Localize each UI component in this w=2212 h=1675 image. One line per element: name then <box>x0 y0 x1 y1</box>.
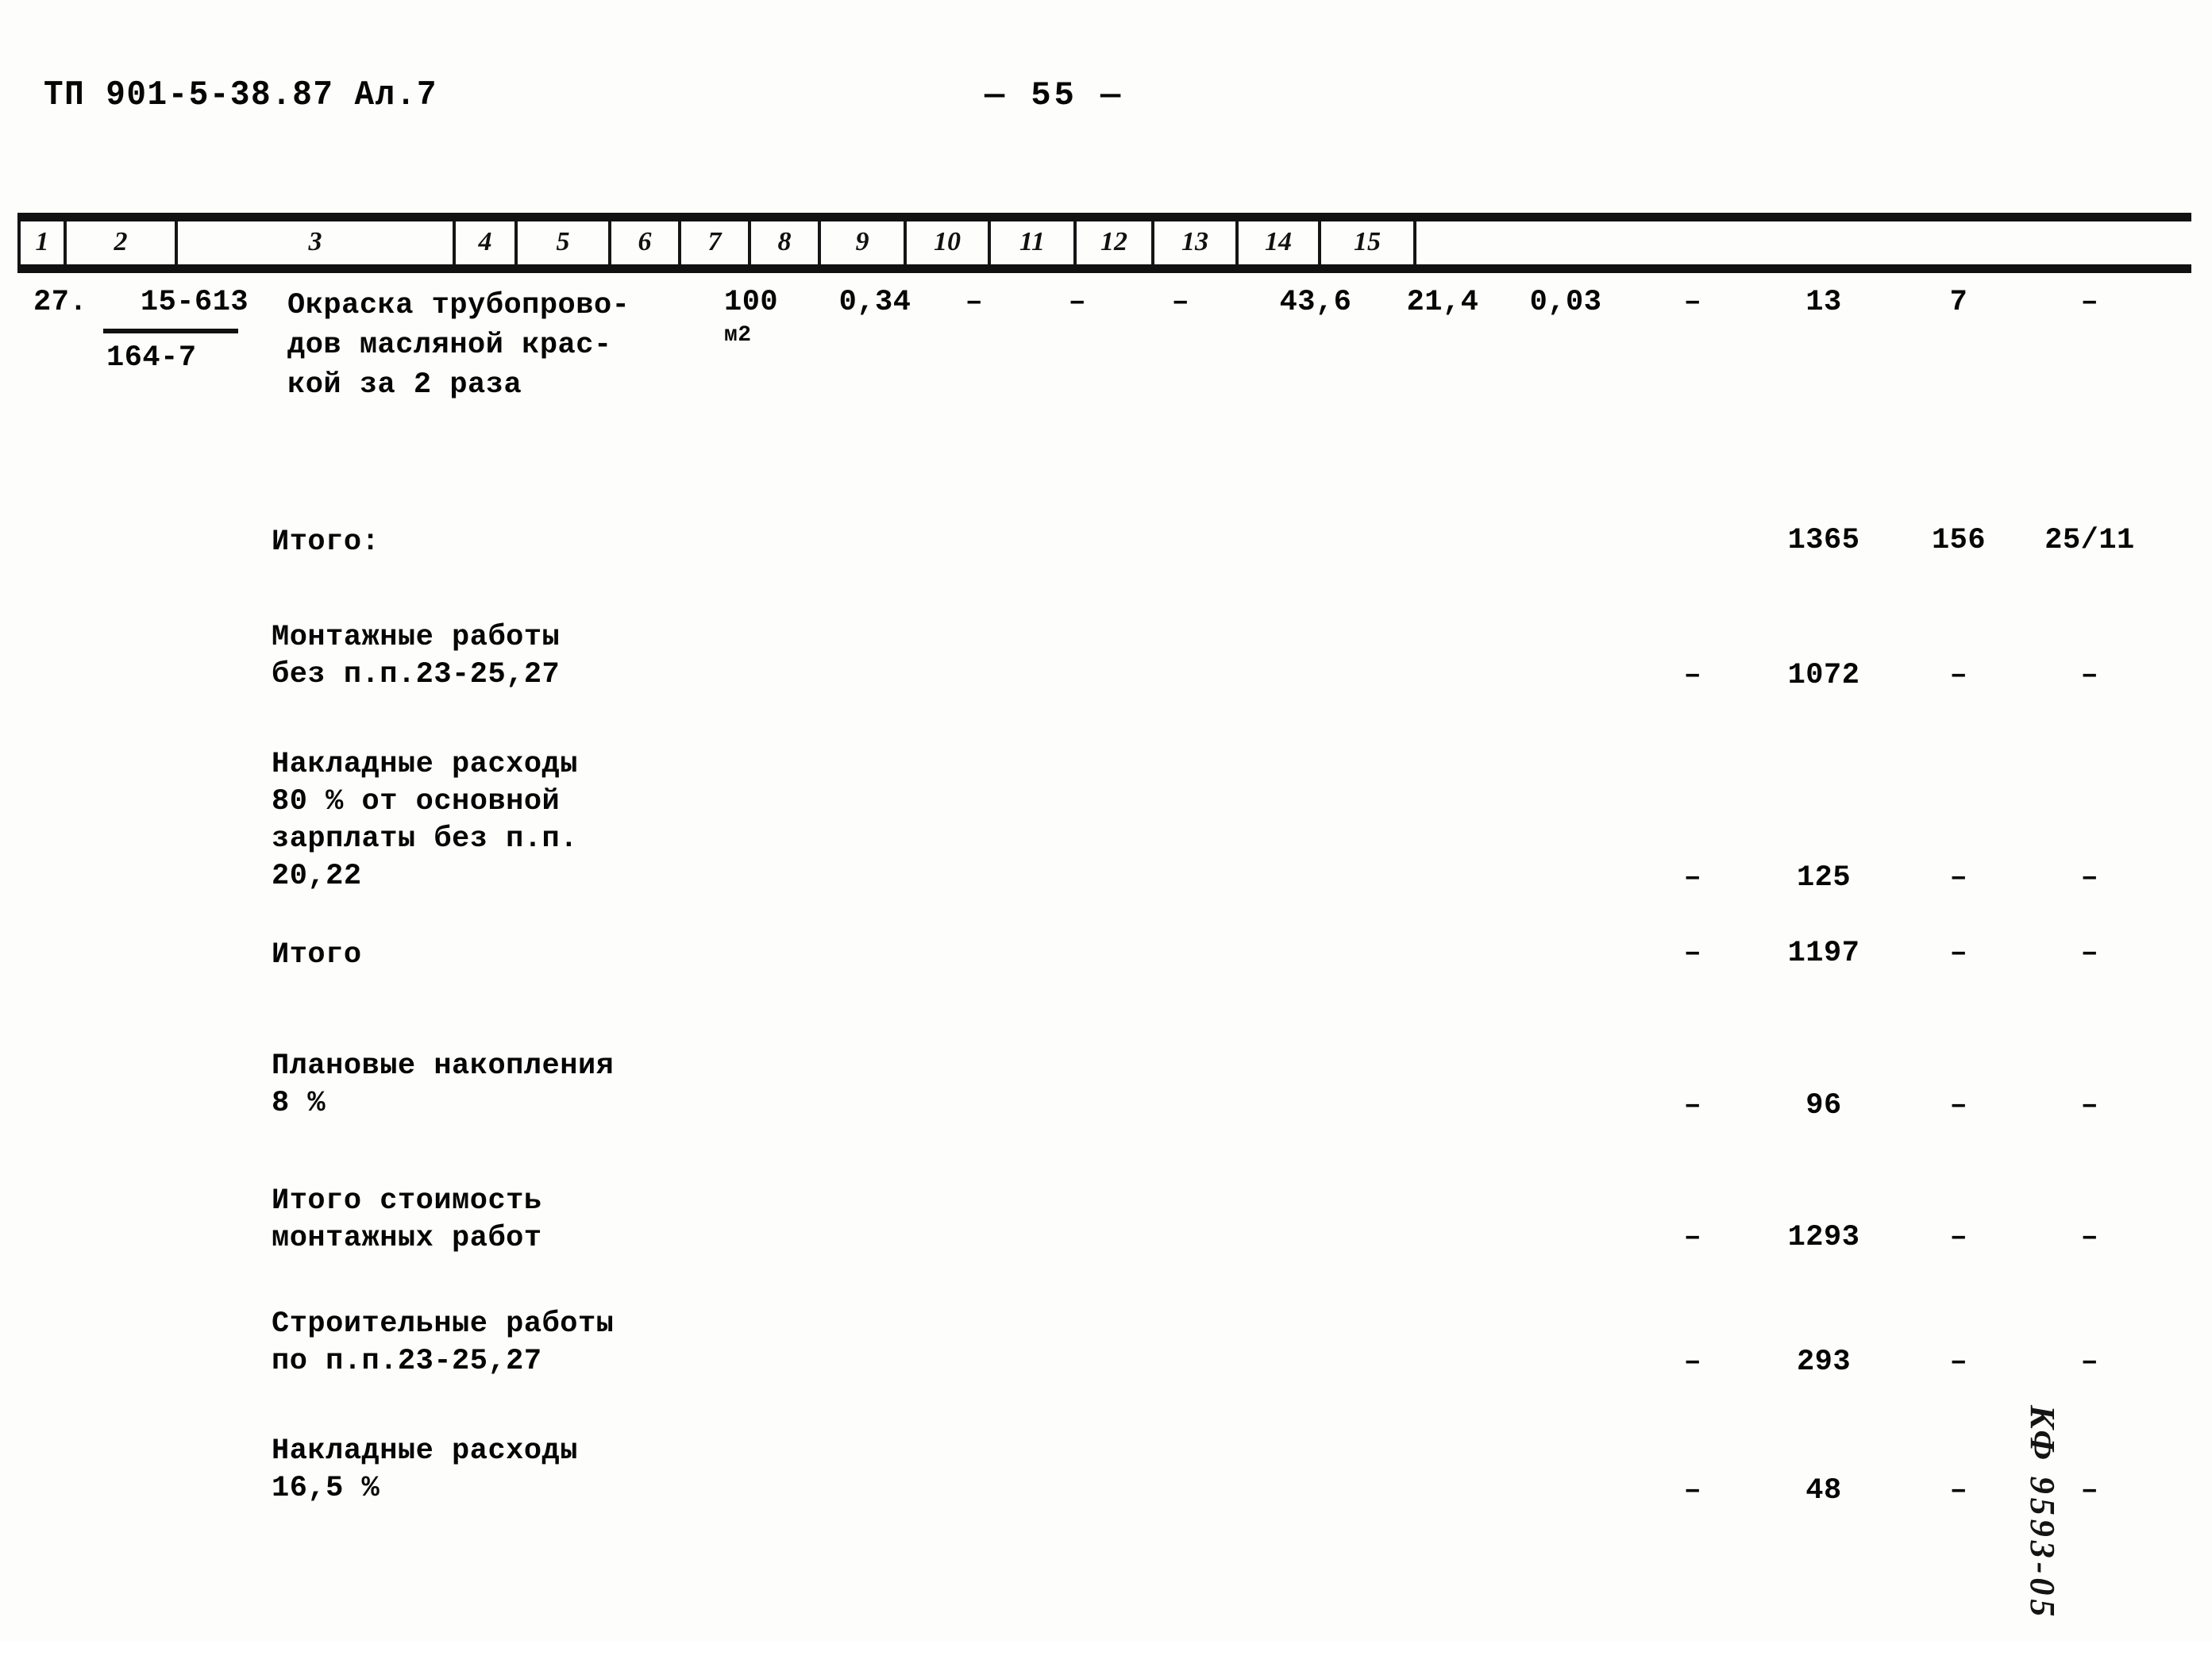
row-unit: 100 м2 <box>724 286 778 352</box>
column-header-5: 5 <box>518 221 611 264</box>
summary-label: Итого: <box>272 526 380 559</box>
summary-value-col12: – <box>1683 1089 1702 1122</box>
summary-value-col15: – <box>2080 659 2099 692</box>
row-value-col6: – <box>965 286 984 319</box>
summary-value-col12: – <box>1683 659 1702 692</box>
row-unit-value: 100 <box>724 286 779 319</box>
summary-label: Монтажные работы без п.п.23-25,27 <box>272 621 561 691</box>
row-item-number: 27. <box>33 286 88 319</box>
page-number: — 55 — <box>985 76 1124 114</box>
summary-value-col14: – <box>1949 1089 1968 1122</box>
column-header-2: 2 <box>67 221 178 264</box>
column-header-3: 3 <box>178 221 456 264</box>
column-header-12: 12 <box>1077 221 1154 264</box>
column-header-14: 14 <box>1239 221 1321 264</box>
column-header-9: 9 <box>821 221 907 264</box>
summary-label: Накладные расходы 16,5 % <box>272 1434 578 1505</box>
row-value-col15: – <box>2080 286 2099 319</box>
norm-fraction-rule <box>103 329 238 333</box>
summary-value-col12: – <box>1683 1474 1702 1508</box>
row-value-col13: 13 <box>1805 286 1842 319</box>
summary-value-col13: 48 <box>1805 1474 1842 1508</box>
table-row: 27. 15-613 164-7 Окраска трубопрово- дов… <box>17 286 2191 437</box>
summary-value-col12: – <box>1683 861 1702 895</box>
column-header-7: 7 <box>681 221 751 264</box>
row-value-col14: 7 <box>1949 286 1968 319</box>
row-unit-suffix: м2 <box>724 323 752 348</box>
summary-value-col15: – <box>2080 937 2099 970</box>
table-column-header-band: 1 2 3 4 5 6 7 8 9 10 11 12 13 14 15 <box>17 213 2191 273</box>
summary-row-total: Итого: 1365 156 25/11 <box>17 524 2191 619</box>
summary-value-col14: – <box>1949 861 1968 895</box>
row-value-col11: 0,03 <box>1529 286 1602 319</box>
row-norm-reference: 15-613 164-7 <box>103 286 286 375</box>
summary-label: Итого стоимость монтажных работ <box>272 1184 542 1255</box>
summary-label: Итого <box>272 938 362 972</box>
summary-label: Строительные работы по п.п.23-25,27 <box>272 1307 615 1378</box>
summary-value-col13: 125 <box>1796 861 1852 895</box>
column-header-6: 6 <box>611 221 681 264</box>
norm-numerator: 15-613 <box>140 286 249 319</box>
summary-value-col13: 1072 <box>1787 659 1860 692</box>
summary-row-construction-works: Строительные работы по п.п.23-25,27 – 29… <box>17 1306 2191 1433</box>
row-value-col12: – <box>1683 286 1702 319</box>
norm-denominator: 164-7 <box>106 341 197 375</box>
document-page: ТП 901-5-38.87 Ал.7 — 55 — 1 2 3 4 5 6 7… <box>0 0 2212 1642</box>
row-value-col8: – <box>1171 286 1190 319</box>
summary-value-col15: – <box>2080 1346 2099 1379</box>
archive-stamp: КФ 9593-05 <box>2023 1405 2062 1621</box>
summary-value-col14: – <box>1949 1346 1968 1379</box>
row-value-col9: 43,6 <box>1279 286 1352 319</box>
summary-value-col13: 1365 <box>1787 524 1860 557</box>
summary-value-col12: – <box>1683 937 1702 970</box>
column-header-1: 1 <box>17 221 67 264</box>
summary-block: Итого: 1365 156 25/11 Монтажные работы б… <box>17 524 2191 1560</box>
column-header-10: 10 <box>907 221 991 264</box>
summary-value-col12: – <box>1683 1221 1702 1254</box>
summary-value-col15: – <box>2080 1221 2099 1254</box>
row-value-col7: – <box>1068 286 1087 319</box>
summary-label: Плановые накопления 8 % <box>272 1049 615 1120</box>
row-value-col10: 21,4 <box>1406 286 1479 319</box>
column-header-8: 8 <box>751 221 821 264</box>
summary-value-col13: 1197 <box>1787 937 1860 970</box>
table-body: 27. 15-613 164-7 Окраска трубопрово- дов… <box>17 286 2191 437</box>
column-header-15: 15 <box>1321 221 1416 264</box>
summary-value-col15: – <box>2080 1089 2099 1122</box>
summary-value-col15: 25/11 <box>2044 524 2135 557</box>
column-header-13: 13 <box>1154 221 1239 264</box>
summary-value-col14: – <box>1949 1474 1968 1508</box>
summary-value-col14: – <box>1949 1221 1968 1254</box>
summary-row-overheads-165: Накладные расходы 16,5 % – 48 – – <box>17 1433 2191 1560</box>
summary-row-overheads-80: Накладные расходы 80 % от основной зарпл… <box>17 746 2191 937</box>
document-code: ТП 901-5-38.87 Ал.7 <box>44 76 437 115</box>
row-value-col5: 0,34 <box>838 286 911 319</box>
summary-value-col13: 1293 <box>1787 1221 1860 1254</box>
summary-value-col13: 96 <box>1805 1089 1842 1122</box>
summary-label: Накладные расходы 80 % от основной зарпл… <box>272 748 578 893</box>
summary-row-installation-works: Монтажные работы без п.п.23-25,27 – 1072… <box>17 619 2191 746</box>
summary-row-installation-cost-total: Итого стоимость монтажных работ – 1293 –… <box>17 1183 2191 1306</box>
summary-value-col14: 156 <box>1931 524 1987 557</box>
row-description: Окраска трубопрово- дов масляной крас- к… <box>287 289 630 402</box>
summary-value-col15: – <box>2080 861 2099 895</box>
summary-value-col13: 293 <box>1796 1346 1852 1379</box>
summary-value-col14: – <box>1949 659 1968 692</box>
summary-row-subtotal: Итого – 1197 – – <box>17 937 2191 1048</box>
column-header-4: 4 <box>456 221 518 264</box>
column-header-11: 11 <box>991 221 1077 264</box>
summary-value-col12: – <box>1683 1346 1702 1379</box>
summary-row-planned-savings: Плановые накопления 8 % – 96 – – <box>17 1048 2191 1183</box>
summary-value-col14: – <box>1949 937 1968 970</box>
